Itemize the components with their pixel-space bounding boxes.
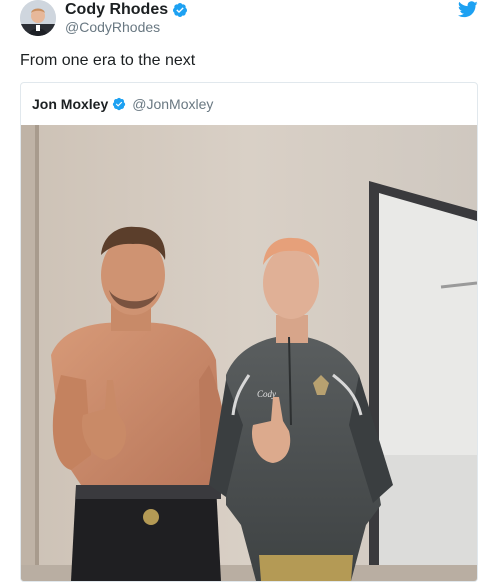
avatar-image	[20, 0, 56, 36]
two-wrestlers-photo: Cody	[21, 125, 477, 581]
author-avatar[interactable]	[20, 0, 56, 36]
quoted-author-handle[interactable]: @JonMoxley	[132, 96, 213, 112]
author-name-row: Cody Rhodes	[65, 0, 188, 20]
embedded-tweet: Cody Rhodes @CodyRhodes From one era to …	[0, 0, 498, 584]
tweet-text: From one era to the next	[20, 52, 196, 69]
author-handle[interactable]: @CodyRhodes	[65, 19, 160, 35]
quoted-tweet-photo[interactable]: Cody	[21, 125, 477, 581]
quoted-author-name[interactable]: Jon Moxley	[32, 96, 108, 112]
quoted-tweet-header: Jon Moxley @JonMoxley	[32, 94, 213, 114]
verified-badge-icon	[172, 2, 188, 18]
quoted-tweet[interactable]: Jon Moxley @JonMoxley Cody	[20, 82, 478, 582]
verified-badge-icon	[112, 97, 126, 111]
twitter-bird-icon[interactable]	[457, 1, 478, 18]
author-display-name[interactable]: Cody Rhodes	[65, 1, 168, 19]
